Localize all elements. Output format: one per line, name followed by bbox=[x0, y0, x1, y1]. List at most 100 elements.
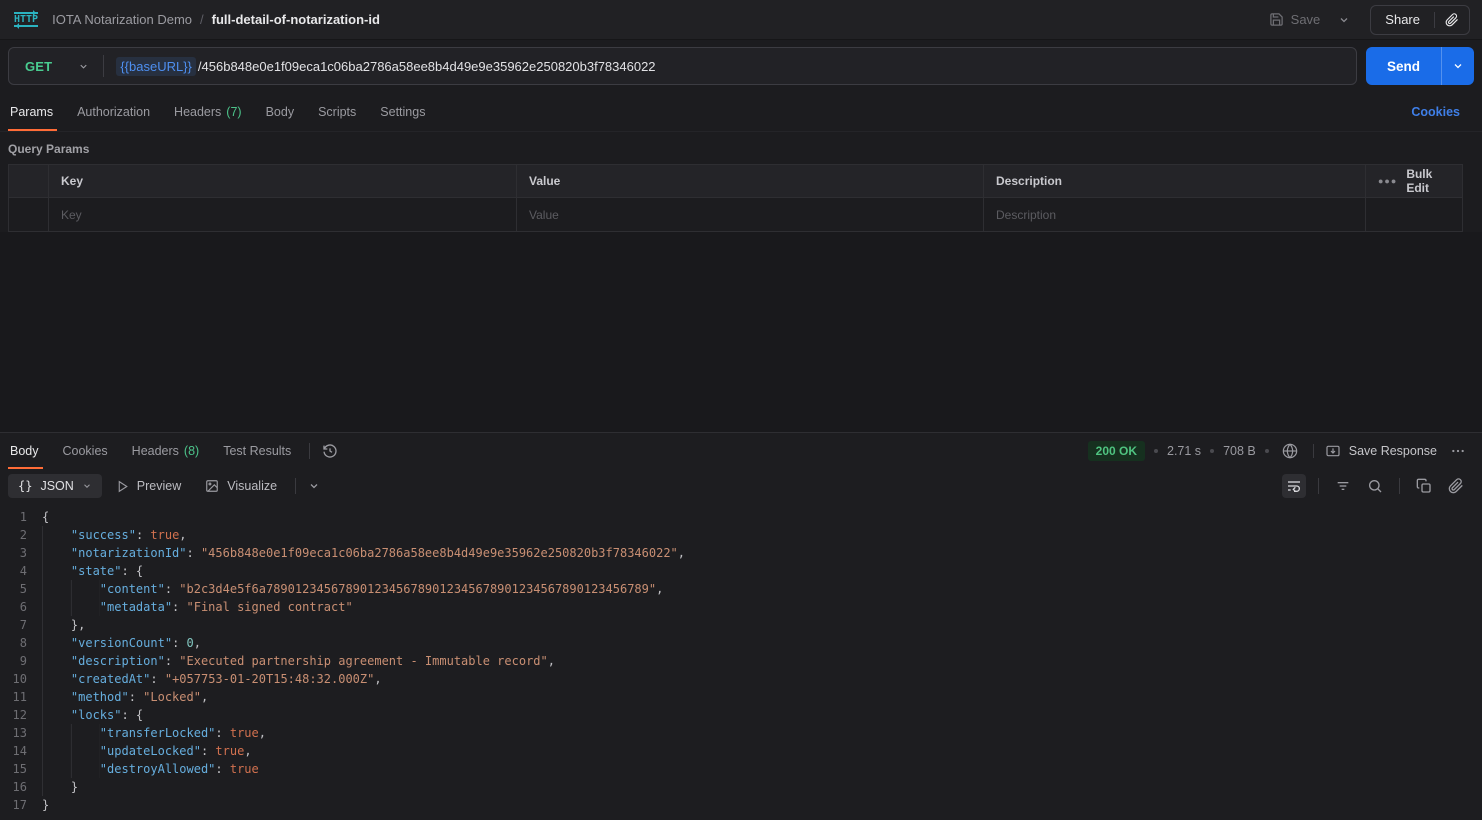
code-line: 15 "destroyAllowed": true bbox=[0, 760, 1482, 778]
method-label: GET bbox=[25, 59, 52, 74]
line-number: 10 bbox=[0, 670, 42, 688]
tab-settings[interactable]: Settings bbox=[368, 92, 437, 131]
empty-area bbox=[0, 232, 1482, 432]
filter-lines-icon bbox=[1335, 478, 1351, 494]
tab-params[interactable]: Params bbox=[8, 92, 65, 131]
tab-authorization[interactable]: Authorization bbox=[65, 92, 162, 131]
response-time: 2.71 s bbox=[1167, 444, 1201, 458]
line-number: 7 bbox=[0, 616, 42, 634]
response-header: Body Cookies Headers (8) Test Results 20… bbox=[0, 433, 1482, 469]
line-number: 17 bbox=[0, 796, 42, 814]
search-button[interactable] bbox=[1363, 474, 1387, 498]
filter-button[interactable] bbox=[1331, 474, 1355, 498]
query-params-title: Query Params bbox=[0, 132, 1482, 164]
method-chevron-icon bbox=[78, 61, 89, 72]
line-number: 4 bbox=[0, 562, 42, 580]
line-number: 1 bbox=[0, 508, 42, 526]
value-cell bbox=[517, 198, 984, 231]
send-button-group: Send bbox=[1366, 47, 1474, 85]
line-number: 2 bbox=[0, 526, 42, 544]
meta-dot bbox=[1265, 449, 1269, 453]
key-column-header: Key bbox=[49, 165, 517, 197]
breadcrumb-collection[interactable]: IOTA Notarization Demo bbox=[52, 12, 192, 27]
method-selector[interactable]: GET bbox=[9, 48, 103, 84]
response-tab-body[interactable]: Body bbox=[8, 433, 51, 469]
query-params-table: Key Value Description ●●● Bulk Edit bbox=[0, 164, 1482, 232]
paperclip-icon bbox=[1445, 13, 1459, 27]
save-options-chevron[interactable] bbox=[1332, 10, 1356, 30]
response-pane: Body Cookies Headers (8) Test Results 20… bbox=[0, 432, 1482, 820]
code-line: 11 "method": "Locked", bbox=[0, 688, 1482, 706]
format-chevron-icon bbox=[82, 481, 92, 491]
line-number: 13 bbox=[0, 724, 42, 742]
tab-scripts[interactable]: Scripts bbox=[306, 92, 368, 131]
response-tab-test-results-label: Test Results bbox=[223, 444, 291, 458]
url-input[interactable]: {{baseURL}} /456b848e0e1f09eca1c06ba2786… bbox=[104, 48, 1356, 84]
line-number: 12 bbox=[0, 706, 42, 724]
response-tab-headers-count: (8) bbox=[184, 444, 199, 458]
line-number: 5 bbox=[0, 580, 42, 598]
code-line: 8 "versionCount": 0, bbox=[0, 634, 1482, 652]
play-outline-icon bbox=[116, 480, 129, 493]
copy-button[interactable] bbox=[1412, 474, 1436, 498]
save-button[interactable]: Save bbox=[1261, 7, 1329, 32]
floppy-save-icon bbox=[1269, 12, 1284, 27]
cookies-link[interactable]: Cookies bbox=[1397, 92, 1474, 131]
tab-headers-count: (7) bbox=[226, 105, 241, 119]
value-input[interactable] bbox=[529, 208, 971, 222]
visualize-button[interactable]: Visualize bbox=[195, 474, 287, 498]
code-line: 4 "state": { bbox=[0, 562, 1482, 580]
search-icon bbox=[1367, 478, 1383, 494]
response-history-button[interactable] bbox=[316, 433, 344, 469]
copy-link-button[interactable] bbox=[1435, 6, 1469, 34]
breadcrumb-request-name[interactable]: full-detail-of-notarization-id bbox=[212, 12, 380, 27]
network-info-button[interactable] bbox=[1278, 439, 1302, 463]
send-options-chevron[interactable] bbox=[1441, 47, 1474, 85]
send-button[interactable]: Send bbox=[1366, 47, 1441, 85]
tab-headers[interactable]: Headers (7) bbox=[162, 92, 254, 131]
baseurl-variable-chip[interactable]: {{baseURL}} bbox=[116, 57, 196, 76]
code-line-text: "transferLocked": true, bbox=[42, 724, 266, 742]
line-number: 11 bbox=[0, 688, 42, 706]
response-tab-cookies[interactable]: Cookies bbox=[51, 433, 120, 469]
tab-params-label: Params bbox=[10, 105, 53, 119]
share-button[interactable]: Share bbox=[1371, 6, 1434, 34]
preview-button[interactable]: Preview bbox=[106, 474, 191, 498]
response-tab-test-results[interactable]: Test Results bbox=[211, 433, 303, 469]
bulk-edit-button[interactable]: ●●● Bulk Edit bbox=[1366, 165, 1462, 197]
more-views-chevron[interactable] bbox=[304, 476, 324, 496]
visualize-label: Visualize bbox=[227, 479, 277, 493]
top-bar: HTTP IOTA Notarization Demo / full-detai… bbox=[0, 0, 1482, 40]
code-line: 5 "content": "b2c3d4e5f6a789012345678901… bbox=[0, 580, 1482, 598]
tab-scripts-label: Scripts bbox=[318, 105, 356, 119]
value-column-header: Value bbox=[517, 165, 984, 197]
response-size: 708 B bbox=[1223, 444, 1256, 458]
save-response-button[interactable]: Save Response bbox=[1325, 443, 1437, 459]
globe-icon bbox=[1282, 443, 1298, 459]
response-tab-headers[interactable]: Headers (8) bbox=[120, 433, 212, 469]
share-button-group: Share bbox=[1370, 5, 1470, 35]
description-input[interactable] bbox=[996, 208, 1353, 222]
tab-headers-label: Headers bbox=[174, 105, 221, 119]
line-number: 6 bbox=[0, 598, 42, 616]
url-path: /456b848e0e1f09eca1c06ba2786a58ee8b4d49e… bbox=[198, 59, 656, 74]
tab-body[interactable]: Body bbox=[254, 92, 307, 131]
key-input[interactable] bbox=[61, 208, 504, 222]
code-line-text: } bbox=[42, 778, 78, 796]
tab-body-label: Body bbox=[266, 105, 295, 119]
link-button[interactable] bbox=[1444, 474, 1468, 498]
save-response-icon bbox=[1325, 443, 1341, 459]
code-line-text: "method": "Locked", bbox=[42, 688, 208, 706]
response-format-label: JSON bbox=[40, 479, 73, 493]
share-button-label: Share bbox=[1385, 12, 1420, 27]
response-more-options-button[interactable] bbox=[1446, 439, 1470, 463]
url-box: GET {{baseURL}} /456b848e0e1f09eca1c06ba… bbox=[8, 47, 1357, 85]
response-format-dropdown[interactable]: {} JSON bbox=[8, 474, 102, 498]
line-number: 15 bbox=[0, 760, 42, 778]
description-column-header: Description bbox=[984, 165, 1366, 197]
breadcrumb-separator: / bbox=[200, 12, 204, 27]
wrap-text-button[interactable] bbox=[1282, 474, 1306, 498]
code-line-text: "state": { bbox=[42, 562, 143, 580]
meta-dot bbox=[1210, 449, 1214, 453]
tab-authorization-label: Authorization bbox=[77, 105, 150, 119]
